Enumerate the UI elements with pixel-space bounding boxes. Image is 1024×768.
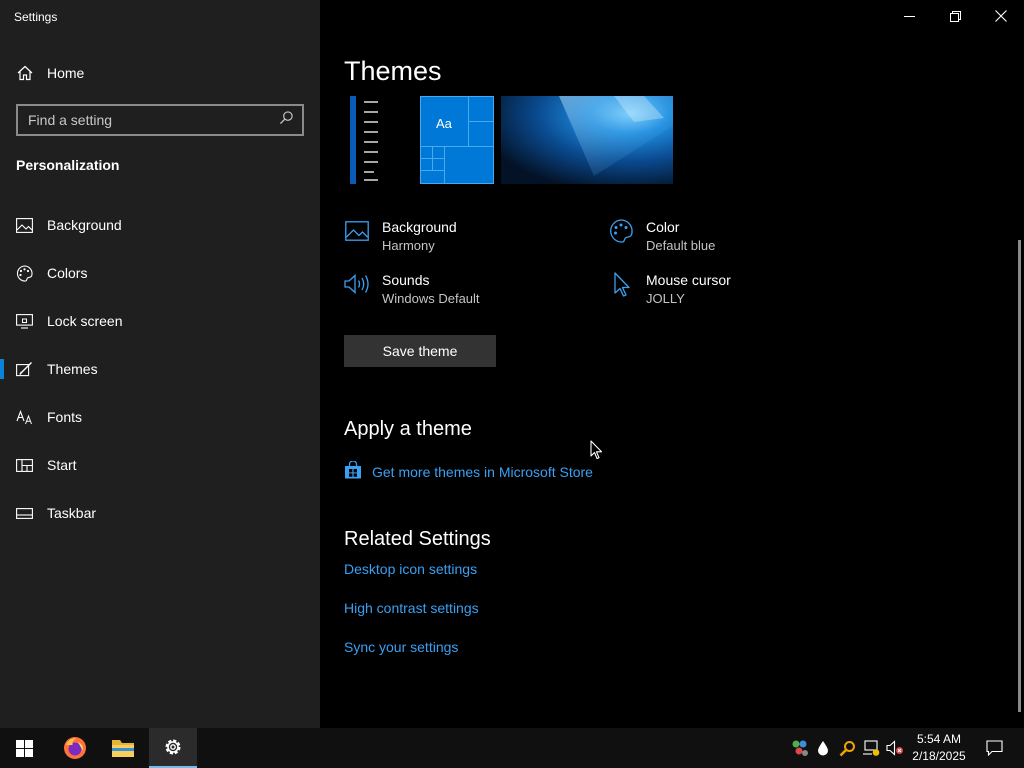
option-label: Background: [382, 219, 457, 235]
store-link[interactable]: Get more themes in Microsoft Store: [344, 460, 593, 482]
sidebar: Settings Home Personalization Background…: [0, 0, 320, 728]
sidebar-item-fonts[interactable]: Fonts: [0, 397, 320, 437]
taskbar-icon: [16, 505, 33, 522]
start-icon: [16, 457, 33, 474]
palette-icon: [608, 218, 634, 244]
option-label: Sounds: [382, 272, 430, 288]
picture-icon: [344, 218, 370, 244]
settings-icon: [165, 739, 181, 755]
firefox-button[interactable]: [51, 728, 99, 768]
sidebar-item-label: Themes: [47, 361, 98, 377]
option-value: Harmony: [382, 238, 435, 253]
sidebar-item-label: Start: [47, 457, 77, 473]
sidebar-item-label: Background: [47, 217, 122, 233]
desktop-icon-settings-link[interactable]: Desktop icon settings: [344, 561, 477, 577]
picture-icon: [16, 217, 33, 234]
save-theme-button[interactable]: Save theme: [344, 335, 496, 367]
option-value: Default blue: [646, 238, 716, 253]
clock-time: 5:54 AM: [916, 732, 962, 746]
search-input[interactable]: [28, 112, 279, 128]
apply-theme-heading: Apply a theme: [344, 418, 472, 440]
minimize-button[interactable]: [886, 0, 932, 32]
sidebar-item-label: Fonts: [47, 409, 83, 425]
page-title: Themes: [344, 56, 442, 86]
fonts-icon: [16, 409, 33, 426]
home-icon: [16, 65, 33, 82]
notification-icon: [985, 740, 1003, 756]
clock[interactable]: 5:54 AM 2/18/2025: [906, 731, 972, 765]
file-explorer-icon: [112, 740, 134, 757]
store-icon: [344, 460, 362, 482]
scrollbar[interactable]: [1018, 240, 1021, 712]
sidebar-item-themes[interactable]: Themes: [0, 349, 320, 389]
palette-icon: [16, 264, 33, 282]
restore-icon: [949, 10, 961, 22]
home-label: Home: [47, 65, 85, 81]
clock-date: 2/18/2025: [912, 749, 966, 763]
search-box[interactable]: [16, 104, 304, 136]
related-settings-heading: Related Settings: [344, 528, 491, 550]
magnifier-tray-icon[interactable]: [837, 738, 857, 758]
cursor-icon: [608, 271, 634, 297]
option-value: Windows Default: [382, 291, 480, 306]
minimize-icon: [903, 15, 915, 17]
option-label: Color: [646, 219, 680, 235]
sync-settings-link[interactable]: Sync your settings: [344, 639, 458, 655]
home-link[interactable]: Home: [16, 62, 84, 84]
file-explorer-button[interactable]: [99, 728, 147, 768]
firefox-icon: [64, 737, 86, 759]
sidebar-item-colors[interactable]: Colors: [0, 253, 320, 293]
store-link-label[interactable]: Get more themes in Microsoft Store: [372, 464, 593, 480]
action-center-button[interactable]: [976, 728, 1012, 768]
section-title: Personalization: [16, 157, 120, 173]
lock-screen-icon: [16, 313, 33, 330]
option-label: Mouse cursor: [646, 272, 731, 288]
network-icon[interactable]: [861, 738, 881, 758]
speaker-icon: [344, 271, 370, 297]
sidebar-item-label: Taskbar: [47, 505, 97, 521]
sidebar-item-taskbar[interactable]: Taskbar: [0, 493, 320, 533]
start-button[interactable]: [0, 728, 48, 768]
search-icon[interactable]: [279, 110, 294, 130]
network-apps-icon[interactable]: [790, 738, 810, 758]
sidebar-item-label: Colors: [47, 265, 88, 281]
theme-option-sounds[interactable]: Sounds Windows Default: [344, 271, 480, 308]
theme-option-color[interactable]: Color Default blue: [608, 218, 715, 255]
sidebar-item-lock-screen[interactable]: Lock screen: [0, 301, 320, 341]
taskbar: 5:54 AM 2/18/2025: [0, 728, 1024, 768]
app-title: Settings: [14, 10, 58, 24]
theme-preview: Aa: [344, 96, 674, 184]
mouse-pointer-icon: [590, 440, 603, 465]
sidebar-item-background[interactable]: Background: [0, 205, 320, 245]
restore-button[interactable]: [932, 0, 978, 32]
windows-logo-icon: [15, 739, 33, 757]
close-button[interactable]: [978, 0, 1024, 32]
close-icon: [995, 10, 1007, 22]
theme-option-mouse-cursor[interactable]: Mouse cursor JOLLY: [608, 271, 731, 308]
sidebar-item-label: Lock screen: [47, 313, 123, 329]
theme-option-background[interactable]: Background Harmony: [344, 218, 457, 255]
preview-sample-text: Aa: [436, 116, 453, 131]
sidebar-item-start[interactable]: Start: [0, 445, 320, 485]
volume-muted-icon[interactable]: [885, 738, 905, 758]
settings-taskbar-button[interactable]: [149, 728, 197, 768]
water-drop-icon[interactable]: [813, 738, 833, 758]
option-value: JOLLY: [646, 291, 685, 306]
high-contrast-settings-link[interactable]: High contrast settings: [344, 600, 479, 616]
themes-icon: [16, 361, 33, 378]
